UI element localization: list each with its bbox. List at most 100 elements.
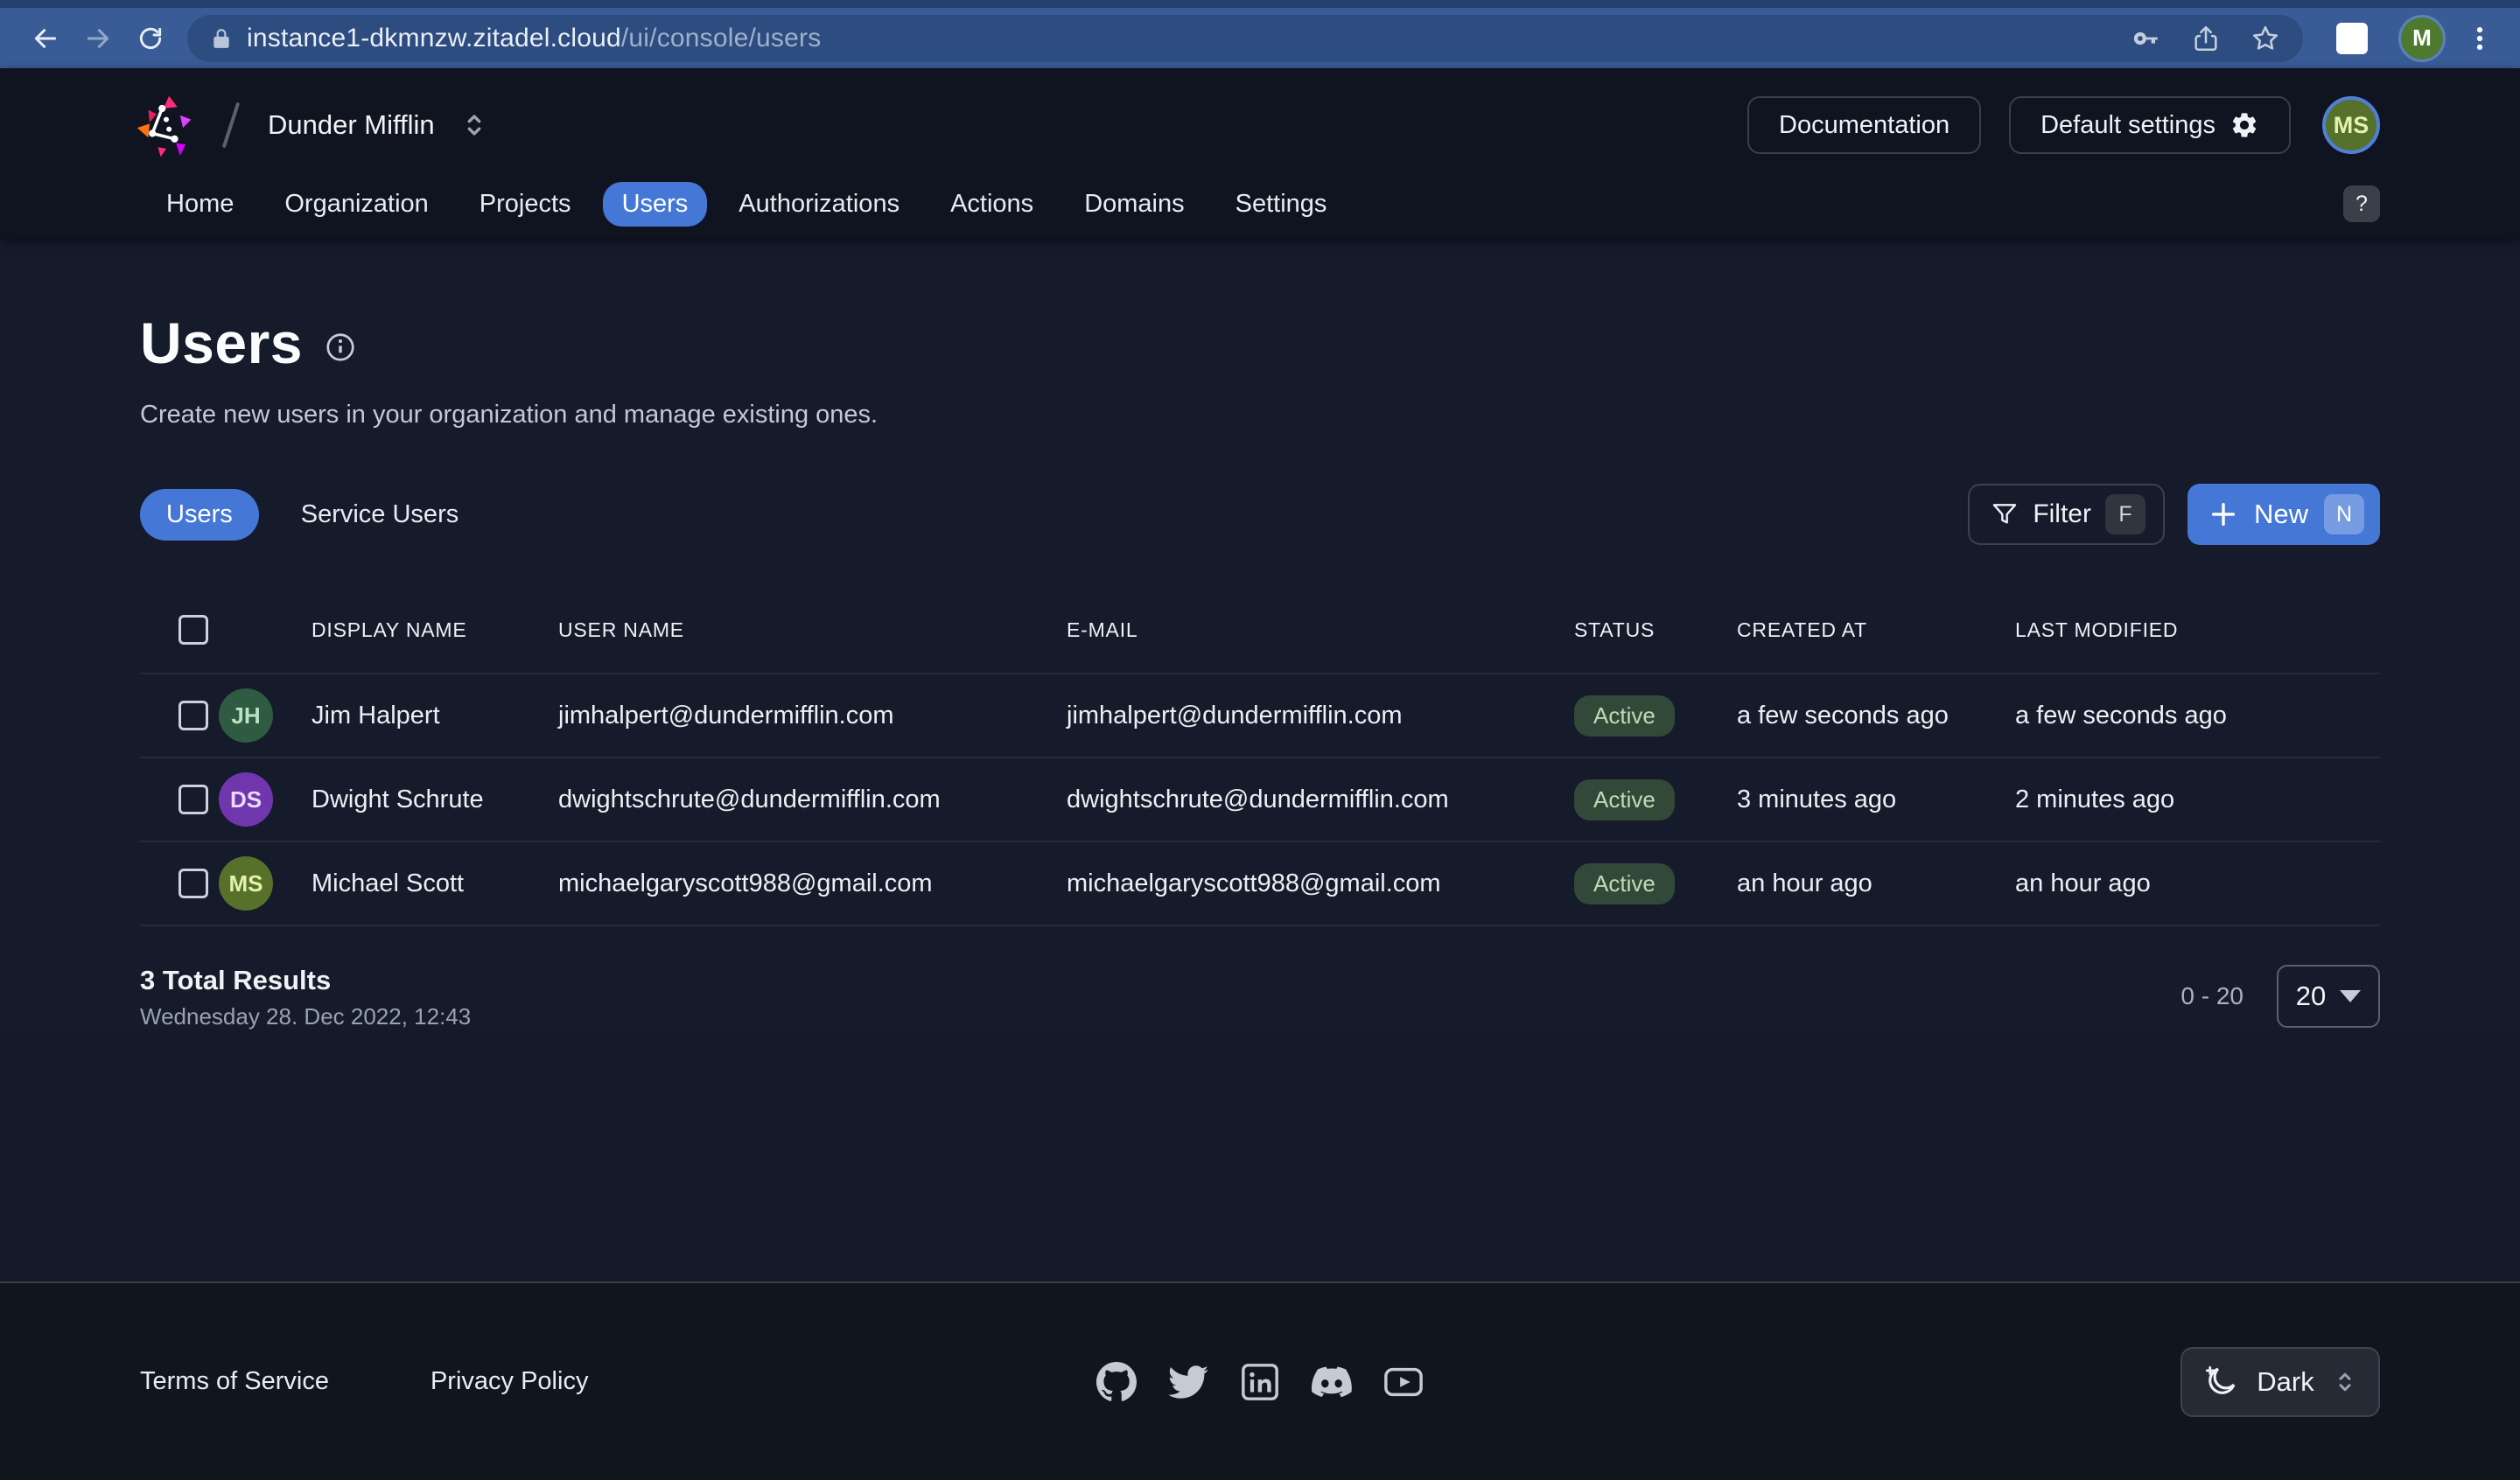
tab-organization[interactable]: Organization bbox=[265, 182, 447, 227]
user-name-cell: dwightschrute@dundermifflin.com bbox=[558, 785, 1067, 814]
avatar: JH bbox=[219, 688, 273, 743]
status-badge: Active bbox=[1574, 863, 1675, 904]
user-name-cell: jimhalpert@dundermifflin.com bbox=[558, 702, 1067, 730]
page-title: Users bbox=[140, 310, 303, 376]
last-modified-cell: a few seconds ago bbox=[2015, 702, 2380, 730]
documentation-label: Documentation bbox=[1779, 111, 1950, 140]
user-name-cell: michaelgaryscott988@gmail.com bbox=[558, 869, 1067, 898]
url-host: instance1-dkmnzw.zitadel.cloud bbox=[247, 24, 621, 52]
tab-home[interactable]: Home bbox=[147, 182, 253, 227]
share-icon[interactable] bbox=[2191, 24, 2221, 53]
row-checkbox[interactable] bbox=[178, 701, 208, 730]
password-key-icon[interactable] bbox=[2132, 24, 2161, 53]
display-name-cell: Jim Halpert bbox=[312, 702, 558, 730]
users-table: DISPLAY NAME USER NAME E-MAIL STATUS CRE… bbox=[140, 587, 2380, 926]
email-cell: jimhalpert@dundermifflin.com bbox=[1067, 702, 1574, 730]
default-settings-label: Default settings bbox=[2040, 111, 2216, 140]
theme-selector[interactable]: Dark bbox=[2180, 1347, 2380, 1417]
breadcrumb-slash bbox=[222, 102, 240, 149]
user-avatar[interactable]: MS bbox=[2322, 96, 2380, 154]
browser-menu-icon[interactable] bbox=[2462, 21, 2497, 56]
discord-icon[interactable] bbox=[1312, 1362, 1352, 1402]
filter-label: Filter bbox=[2033, 499, 2091, 529]
linkedin-icon[interactable] bbox=[1240, 1362, 1280, 1402]
new-label: New bbox=[2254, 499, 2308, 530]
address-bar[interactable]: instance1-dkmnzw.zitadel.cloud/ui/consol… bbox=[187, 15, 2303, 62]
col-email: E-MAIL bbox=[1067, 618, 1574, 642]
table-row[interactable]: MS Michael Scott michaelgaryscott988@gma… bbox=[140, 842, 2380, 926]
back-icon[interactable] bbox=[23, 16, 68, 61]
page-size-select[interactable]: 20 bbox=[2277, 965, 2380, 1028]
created-at-cell: a few seconds ago bbox=[1737, 702, 2015, 730]
display-name-cell: Dwight Schrute bbox=[312, 785, 558, 814]
avatar: DS bbox=[219, 772, 273, 827]
filter-button[interactable]: Filter F bbox=[1968, 484, 2165, 545]
tab-users[interactable]: Users bbox=[603, 182, 708, 227]
segment-tab-service-users[interactable]: Service Users bbox=[275, 489, 486, 541]
browser-tab-strip bbox=[0, 0, 2520, 8]
youtube-icon[interactable] bbox=[1383, 1362, 1424, 1402]
app-header: Dunder Mifflin Documentation Default set… bbox=[0, 68, 2520, 238]
col-display-name: DISPLAY NAME bbox=[312, 618, 558, 642]
side-panel-icon[interactable] bbox=[2336, 23, 2368, 54]
browser-chrome: instance1-dkmnzw.zitadel.cloud/ui/consol… bbox=[0, 0, 2520, 68]
page-subtitle: Create new users in your organization an… bbox=[140, 401, 2380, 429]
social-links bbox=[1096, 1362, 1424, 1402]
browser-toolbar: instance1-dkmnzw.zitadel.cloud/ui/consol… bbox=[0, 8, 2520, 68]
twitter-icon[interactable] bbox=[1168, 1362, 1208, 1402]
forward-icon[interactable] bbox=[75, 16, 121, 61]
default-settings-button[interactable]: Default settings bbox=[2009, 96, 2291, 154]
results-row: 3 Total Results Wednesday 28. Dec 2022, … bbox=[140, 965, 2380, 1030]
results-summary: 3 Total Results Wednesday 28. Dec 2022, … bbox=[140, 965, 471, 1030]
main-nav: Home Organization Projects Users Authori… bbox=[0, 182, 2520, 238]
filter-funnel-icon bbox=[1991, 500, 2019, 528]
last-modified-cell: 2 minutes ago bbox=[2015, 785, 2380, 814]
new-shortcut-badge: N bbox=[2324, 494, 2364, 534]
row-checkbox[interactable] bbox=[178, 869, 208, 898]
info-icon[interactable] bbox=[324, 331, 357, 364]
tab-projects[interactable]: Projects bbox=[460, 182, 591, 227]
dark-mode-moon-icon bbox=[2202, 1364, 2239, 1400]
org-name[interactable]: Dunder Mifflin bbox=[268, 109, 435, 141]
zitadel-logo-icon[interactable] bbox=[133, 92, 200, 158]
segment-tab-users[interactable]: Users bbox=[140, 489, 259, 541]
tab-actions[interactable]: Actions bbox=[931, 182, 1053, 227]
documentation-button[interactable]: Documentation bbox=[1747, 96, 1981, 154]
new-user-button[interactable]: New N bbox=[2188, 484, 2380, 545]
help-button[interactable]: ? bbox=[2343, 185, 2380, 222]
reload-icon[interactable] bbox=[128, 16, 173, 61]
status-badge: Active bbox=[1574, 779, 1675, 820]
lock-icon bbox=[210, 27, 233, 50]
url-text: instance1-dkmnzw.zitadel.cloud/ui/consol… bbox=[247, 24, 821, 53]
github-icon[interactable] bbox=[1096, 1362, 1137, 1402]
col-status: STATUS bbox=[1574, 618, 1737, 642]
page-range: 0 - 20 bbox=[2180, 982, 2244, 1010]
col-user-name: USER NAME bbox=[558, 618, 1067, 642]
created-at-cell: 3 minutes ago bbox=[1737, 785, 2015, 814]
footer: Terms of Service Privacy Policy Dark bbox=[0, 1281, 2520, 1480]
table-row[interactable]: JH Jim Halpert jimhalpert@dundermifflin.… bbox=[140, 674, 2380, 758]
chevron-down-icon bbox=[2340, 990, 2361, 1002]
users-toolbar: Users Service Users Filter F New N bbox=[140, 484, 2380, 545]
col-last-modified: LAST MODIFIED bbox=[2015, 618, 2380, 642]
terms-of-service-link[interactable]: Terms of Service bbox=[140, 1367, 329, 1396]
pagination: 0 - 20 20 bbox=[2180, 965, 2380, 1028]
org-switcher-icon[interactable] bbox=[459, 110, 489, 140]
privacy-policy-link[interactable]: Privacy Policy bbox=[430, 1367, 589, 1396]
select-all-checkbox[interactable] bbox=[178, 615, 208, 645]
email-cell: michaelgaryscott988@gmail.com bbox=[1067, 869, 1574, 898]
tab-authorizations[interactable]: Authorizations bbox=[719, 182, 919, 227]
table-header-row: DISPLAY NAME USER NAME E-MAIL STATUS CRE… bbox=[140, 587, 2380, 674]
row-checkbox[interactable] bbox=[178, 785, 208, 814]
bookmark-star-icon[interactable] bbox=[2250, 24, 2280, 53]
tab-domains[interactable]: Domains bbox=[1065, 182, 1203, 227]
browser-profile-avatar[interactable]: M bbox=[2401, 17, 2443, 59]
main-content: Users Create new users in your organizat… bbox=[0, 238, 2520, 1030]
filter-shortcut-badge: F bbox=[2105, 494, 2146, 534]
theme-label: Dark bbox=[2257, 1366, 2314, 1398]
title-row: Users bbox=[140, 238, 2380, 376]
display-name-cell: Michael Scott bbox=[312, 869, 558, 898]
table-row[interactable]: DS Dwight Schrute dwightschrute@dundermi… bbox=[140, 758, 2380, 842]
total-results: 3 Total Results bbox=[140, 965, 471, 996]
tab-settings[interactable]: Settings bbox=[1216, 182, 1347, 227]
